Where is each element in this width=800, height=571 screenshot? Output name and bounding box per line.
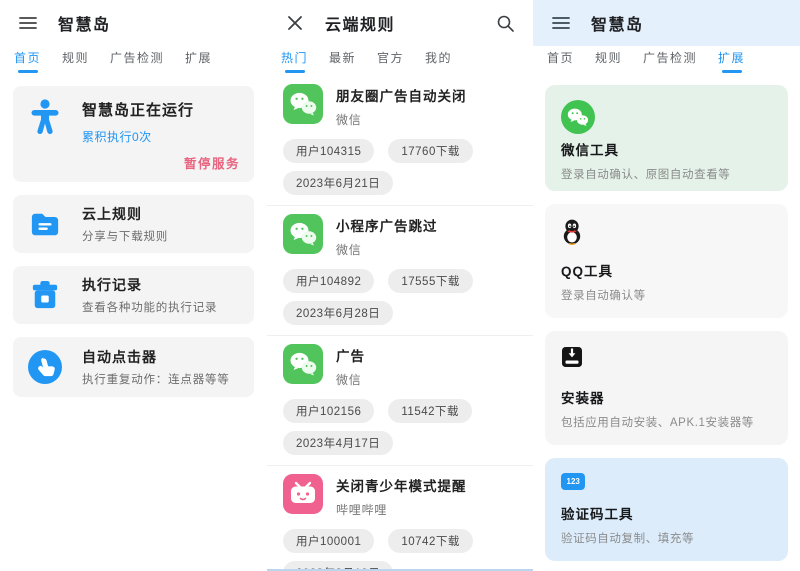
cloud-rules-text: 云上规则 分享与下载规则 (82, 204, 168, 244)
tab-mine[interactable]: 我的 (425, 46, 452, 73)
app-canvas: 智慧岛 首页 规则 广告检测 扩展 智慧岛正在运行 累积执行0次 暂停服务 云上… (0, 0, 800, 571)
tab-home[interactable]: 首页 (547, 46, 574, 73)
users-badge: 用户100001 (283, 529, 375, 553)
rule-item[interactable]: 关闭青少年模式提醒 哔哩哔哩 用户100001 10742下载 2023年3月1… (267, 466, 533, 571)
auto-clicker-text: 自动点击器 执行重复动作：连点器等等 (82, 347, 230, 387)
auto-clicker-subtitle: 执行重复动作：连点器等等 (82, 374, 230, 386)
execution-log-title: 执行记录 (82, 277, 142, 293)
execution-log-text: 执行记录 查看各种功能的执行记录 (82, 275, 217, 315)
captcha-tools-title: 验证码工具 (561, 507, 634, 522)
installer-icon (561, 346, 772, 373)
captcha-badge-icon: 123 (561, 473, 586, 490)
wechat-tools-card[interactable]: 微信工具 登录自动确认、原图自动查看等 (545, 85, 788, 191)
home-appbar: 智慧岛 (0, 0, 267, 46)
installer-title: 安装器 (561, 391, 605, 406)
users-badge: 用户102156 (283, 399, 375, 423)
rule-item[interactable]: 广告 微信 用户102156 11542下载 2023年4月17日 (267, 336, 533, 466)
cloud-rules-subtitle: 分享与下载规则 (82, 231, 169, 243)
wechat-icon (283, 214, 323, 259)
bilibili-icon (283, 474, 323, 519)
menu-icon[interactable] (16, 11, 40, 35)
cloud-tabs: 热门 最新 官方 我的 (267, 46, 533, 76)
rule-app: 微信 (336, 373, 362, 387)
tab-rules[interactable]: 规则 (62, 46, 89, 73)
rule-item[interactable]: 小程序广告跳过 微信 用户104892 17555下载 2023年6月28日 (267, 206, 533, 336)
status-card[interactable]: 智慧岛正在运行 累积执行0次 暂停服务 (13, 86, 254, 182)
auto-clicker-card[interactable]: 自动点击器 执行重复动作：连点器等等 (13, 337, 254, 397)
panel-cloud-rules: 云端规则 热门 最新 官方 我的 朋友圈广告自动关闭 微信 用户104315 1… (267, 0, 533, 571)
downloads-badge: 17760下载 (388, 139, 473, 163)
auto-clicker-icon (27, 350, 63, 384)
rule-app: 微信 (336, 243, 362, 257)
extensions-appbar: 智慧岛 (533, 0, 800, 46)
wechat-tools-title: 微信工具 (561, 143, 619, 158)
rule-title: 关闭青少年模式提醒 (336, 479, 467, 494)
qq-penguin-icon (561, 219, 772, 250)
menu-icon[interactable] (549, 11, 573, 35)
search-icon[interactable] (493, 11, 517, 35)
date-badge: 2023年6月21日 (283, 171, 394, 195)
tab-hot[interactable]: 热门 (281, 46, 308, 73)
rule-title: 朋友圈广告自动关闭 (336, 89, 467, 104)
execution-counter-link[interactable]: 累积执行0次 (82, 128, 194, 145)
extensions-title: 智慧岛 (591, 17, 644, 34)
tab-rules[interactable]: 规则 (595, 46, 622, 73)
tab-newest[interactable]: 最新 (329, 46, 356, 73)
users-badge: 用户104892 (283, 269, 375, 293)
extensions-body: 微信工具 登录自动确认、原图自动查看等 QQ工具 登录自动确认等 安装器 包括应… (533, 76, 800, 561)
home-title: 智慧岛 (58, 17, 111, 34)
cloud-rules-title: 云上规则 (82, 206, 142, 222)
cloud-title: 云端规则 (325, 17, 396, 34)
tab-ad-detect[interactable]: 广告检测 (110, 46, 164, 73)
execution-log-subtitle: 查看各种功能的执行记录 (82, 302, 218, 314)
wechat-tools-subtitle: 登录自动确认、原图自动查看等 (561, 169, 731, 181)
date-badge: 2023年4月17日 (283, 431, 394, 455)
downloads-badge: 10742下载 (388, 529, 473, 553)
home-tabs: 首页 规则 广告检测 扩展 (0, 46, 267, 76)
cloud-list: 朋友圈广告自动关闭 微信 用户104315 17760下载 2023年6月21日 (267, 76, 533, 571)
captcha-tools-card[interactable]: 123 验证码工具 验证码自动复制、填充等 (545, 458, 788, 561)
users-badge: 用户104315 (283, 139, 375, 163)
tab-extensions[interactable]: 扩展 (185, 46, 212, 73)
rule-title: 小程序广告跳过 (336, 219, 438, 234)
cloud-rules-card[interactable]: 云上规则 分享与下载规则 (13, 195, 254, 253)
captcha-tools-subtitle: 验证码自动复制、填充等 (561, 533, 695, 545)
rule-title: 广告 (336, 349, 365, 364)
status-text: 智慧岛正在运行 累积执行0次 (82, 99, 194, 169)
date-badge: 2023年6月28日 (283, 301, 394, 325)
installer-subtitle: 包括应用自动安装、APK.1安装器等 (561, 417, 754, 429)
pause-service-button[interactable]: 暂停服务 (184, 153, 240, 172)
downloads-badge: 11542下载 (388, 399, 472, 423)
panel-extensions: 智慧岛 首页 规则 广告检测 扩展 微信工具 登录自动确认、原图自动查看等 QQ… (533, 0, 800, 571)
tab-home[interactable]: 首页 (14, 46, 41, 73)
panel-home: 智慧岛 首页 规则 广告检测 扩展 智慧岛正在运行 累积执行0次 暂停服务 云上… (0, 0, 267, 571)
qq-tools-subtitle: 登录自动确认等 (561, 290, 646, 302)
close-icon[interactable] (283, 11, 307, 35)
record-icon (27, 280, 63, 310)
auto-clicker-title: 自动点击器 (82, 349, 157, 365)
wechat-icon (283, 84, 323, 129)
person-running-icon (27, 99, 63, 169)
rule-item[interactable]: 朋友圈广告自动关闭 微信 用户104315 17760下载 2023年6月21日 (267, 76, 533, 206)
rule-app: 微信 (336, 113, 362, 127)
execution-log-card[interactable]: 执行记录 查看各种功能的执行记录 (13, 266, 254, 324)
folder-icon (27, 211, 63, 238)
home-body: 智慧岛正在运行 累积执行0次 暂停服务 云上规则 分享与下载规则 执行记录 查看… (0, 76, 267, 397)
wechat-icon (283, 344, 323, 389)
date-badge: 2023年3月19日 (283, 561, 394, 571)
cloud-appbar: 云端规则 (267, 0, 533, 46)
tab-ad-detect[interactable]: 广告检测 (643, 46, 697, 73)
downloads-badge: 17555下载 (388, 269, 473, 293)
status-title: 智慧岛正在运行 (82, 102, 195, 119)
extensions-tabs: 首页 规则 广告检测 扩展 (533, 46, 800, 76)
tab-official[interactable]: 官方 (377, 46, 404, 73)
installer-card[interactable]: 安装器 包括应用自动安装、APK.1安装器等 (545, 331, 788, 445)
wechat-circle-icon (561, 100, 772, 139)
tab-extensions[interactable]: 扩展 (718, 46, 745, 73)
rule-app: 哔哩哔哩 (336, 503, 388, 517)
qq-tools-title: QQ工具 (561, 264, 614, 279)
qq-tools-card[interactable]: QQ工具 登录自动确认等 (545, 204, 788, 318)
